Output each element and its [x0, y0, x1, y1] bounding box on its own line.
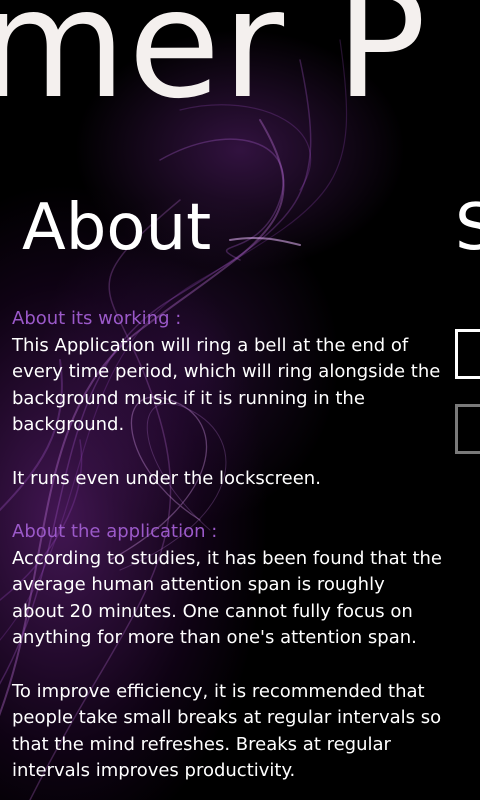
next-section-checkbox-disabled[interactable] — [455, 404, 480, 454]
next-section-checkbox[interactable] — [455, 329, 480, 379]
about-content: About its working : This Application wil… — [12, 306, 442, 785]
panorama-title: mer P — [0, 0, 429, 132]
efficiency-text: To improve efficiency, it is recommended… — [12, 680, 442, 782]
next-section-header[interactable]: S — [455, 196, 480, 260]
working-heading: About its working : — [12, 308, 182, 329]
application-heading: About the application : — [12, 521, 218, 542]
application-text: According to studies, it has been found … — [12, 547, 442, 649]
section-header-about[interactable]: About — [22, 196, 211, 260]
lockscreen-text: It runs even under the lockscreen. — [12, 467, 321, 489]
working-text: This Application will ring a bell at the… — [12, 334, 441, 436]
